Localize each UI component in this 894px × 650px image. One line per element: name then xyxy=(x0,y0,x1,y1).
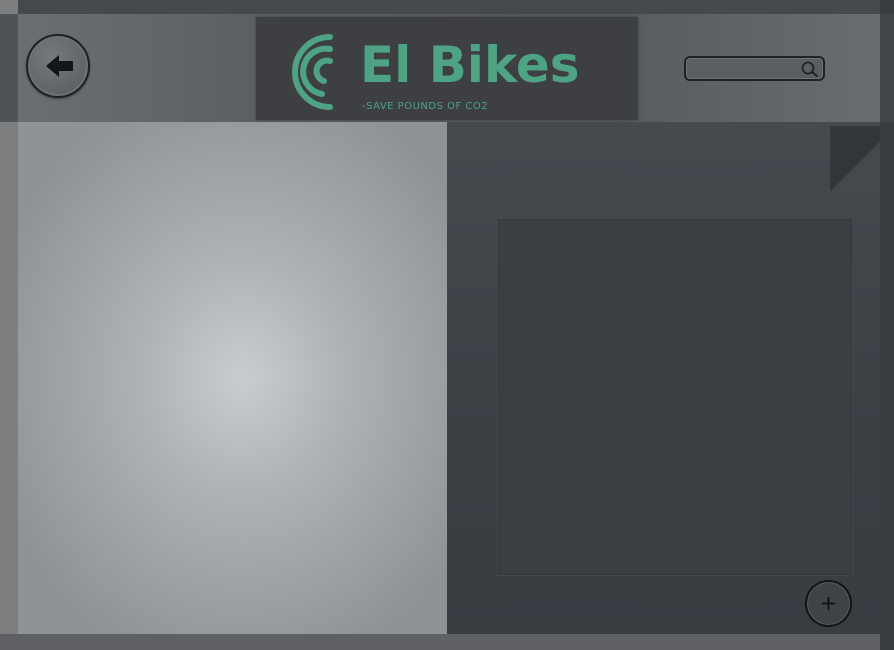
search-box xyxy=(684,56,825,81)
search-input[interactable] xyxy=(692,60,796,77)
back-button[interactable] xyxy=(26,34,90,98)
search-icon[interactable] xyxy=(800,60,820,78)
brand-name: El Bikes xyxy=(360,36,580,94)
app-window: El Bikes -SAVE POUNDS OF CO2 xyxy=(0,0,894,650)
image-placeholder xyxy=(497,218,853,576)
header-frame-right xyxy=(880,14,894,122)
add-button[interactable] xyxy=(805,580,852,627)
left-content-panel xyxy=(18,122,447,634)
arrow-left-icon xyxy=(46,55,73,77)
brand-logo: El Bikes -SAVE POUNDS OF CO2 xyxy=(256,17,638,120)
window-frame-top xyxy=(0,0,894,14)
page-curl-icon xyxy=(830,126,880,192)
plus-icon xyxy=(822,597,835,610)
right-content-panel xyxy=(447,122,880,634)
window-frame-bottom xyxy=(0,634,894,650)
brand-tagline: -SAVE POUNDS OF CO2 xyxy=(362,101,489,112)
cycling-logo-icon xyxy=(292,34,333,110)
header-frame-left xyxy=(0,14,18,122)
